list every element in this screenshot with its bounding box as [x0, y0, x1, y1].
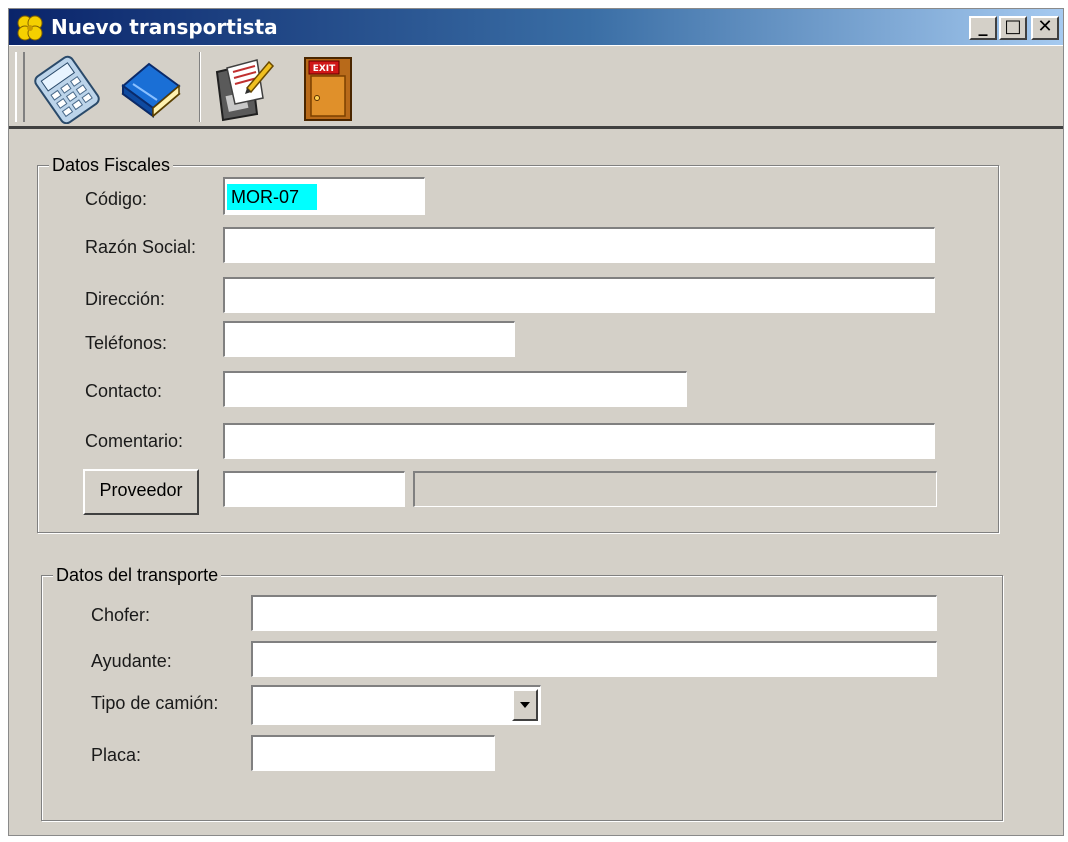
- contacto-input[interactable]: [223, 371, 687, 407]
- tipo-camion-select[interactable]: [251, 685, 541, 725]
- maximize-button[interactable]: □: [999, 16, 1027, 40]
- maximize-icon: □: [1004, 16, 1022, 37]
- exit-button[interactable]: EXIT: [295, 54, 367, 124]
- book-button[interactable]: [113, 54, 185, 124]
- ayudante-input[interactable]: [251, 641, 937, 677]
- razon-social-input[interactable]: [223, 227, 935, 263]
- chevron-down-icon: [520, 702, 530, 708]
- close-button[interactable]: ✕: [1031, 16, 1059, 40]
- transportista-window: Nuevo transportista _ □ ✕ EXIT Datos Fis…: [8, 8, 1064, 836]
- fiscal-legend: Datos Fiscales: [49, 155, 174, 176]
- book-icon: [121, 62, 181, 118]
- minimize-icon: _: [978, 16, 988, 37]
- exit-icon: EXIT: [304, 57, 352, 121]
- chofer-label: Chofer:: [91, 605, 151, 625]
- svg-text:EXIT: EXIT: [313, 64, 336, 74]
- title-bar[interactable]: Nuevo transportista _ □ ✕: [9, 9, 1063, 45]
- direccion-label: Dirección:: [85, 289, 166, 309]
- toolbar-grip[interactable]: [15, 52, 25, 122]
- proveedor-code-input[interactable]: [223, 471, 405, 507]
- comentario-input[interactable]: [223, 423, 935, 459]
- comentario-label: Comentario:: [85, 431, 184, 451]
- dropdown-button[interactable]: [512, 689, 538, 721]
- clover-icon: [17, 15, 43, 41]
- close-icon: ✕: [1037, 16, 1053, 37]
- codigo-value: MOR-07: [227, 184, 318, 210]
- proveedor-button[interactable]: Proveedor: [83, 469, 199, 515]
- window-title: Nuevo transportista: [51, 15, 278, 39]
- placa-input[interactable]: [251, 735, 495, 771]
- direccion-input[interactable]: [223, 277, 935, 313]
- save-button[interactable]: [207, 54, 279, 124]
- chofer-input[interactable]: [251, 595, 937, 631]
- tipo-camion-label: Tipo de camión:: [91, 693, 219, 713]
- toolbar-separator: [199, 52, 201, 122]
- save-icon: [215, 59, 275, 122]
- toolbar: EXIT: [9, 45, 1063, 129]
- calculator-button[interactable]: [31, 54, 103, 125]
- telefonos-label: Teléfonos:: [85, 333, 168, 353]
- ayudante-label: Ayudante:: [91, 651, 172, 671]
- proveedor-name-field: [413, 471, 937, 507]
- contacto-label: Contacto:: [85, 381, 163, 401]
- transporte-legend: Datos del transporte: [53, 565, 222, 586]
- razon-social-label: Razón Social:: [85, 237, 197, 257]
- minimize-button[interactable]: _: [969, 16, 997, 40]
- calculator-icon: [34, 55, 100, 125]
- telefonos-input[interactable]: [223, 321, 515, 357]
- codigo-label: Código:: [85, 189, 148, 209]
- placa-label: Placa:: [91, 745, 142, 765]
